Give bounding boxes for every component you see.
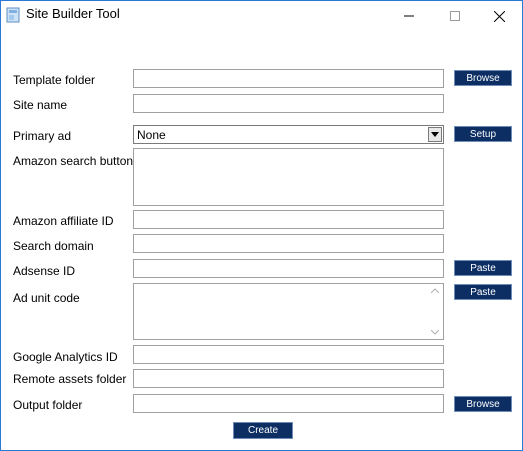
- primary-ad-value: None: [137, 128, 166, 142]
- ad-unit-code-textarea[interactable]: [133, 283, 444, 340]
- maximize-button[interactable]: [432, 1, 478, 31]
- remote-assets-folder-input[interactable]: [133, 369, 444, 388]
- maximize-icon: [450, 11, 460, 21]
- ad-unit-code-label: Ad unit code: [13, 291, 80, 305]
- site-name-input[interactable]: [133, 94, 444, 113]
- amazon-affiliate-id-input[interactable]: [133, 210, 444, 229]
- google-analytics-id-input[interactable]: [133, 345, 444, 364]
- close-icon: [493, 10, 505, 22]
- title-bar: Site Builder Tool: [1, 1, 522, 31]
- amazon-search-buttons-label: Amazon search buttons: [13, 154, 140, 168]
- adsense-id-label: Adsense ID: [13, 264, 76, 278]
- browse-output-button[interactable]: Browse: [454, 396, 512, 412]
- minimize-button[interactable]: [386, 1, 432, 31]
- amazon-affiliate-id-label: Amazon affiliate ID: [13, 214, 114, 228]
- app-window: Site Builder Tool Template folder Browse…: [0, 0, 523, 451]
- window-title: Site Builder Tool: [26, 6, 120, 21]
- ad-unit-code-scrollbar[interactable]: [428, 285, 442, 338]
- google-analytics-id-label: Google Analytics ID: [13, 350, 118, 364]
- template-folder-input[interactable]: [133, 69, 444, 88]
- search-domain-label: Search domain: [13, 239, 94, 253]
- remote-assets-folder-label: Remote assets folder: [13, 372, 127, 386]
- output-folder-input[interactable]: [133, 394, 444, 413]
- site-name-label: Site name: [13, 98, 68, 112]
- app-icon: [6, 7, 20, 23]
- scroll-up-icon[interactable]: [431, 288, 439, 293]
- paste-ad-unit-button[interactable]: Paste: [454, 284, 512, 300]
- primary-ad-label: Primary ad: [13, 129, 72, 143]
- paste-adsense-button[interactable]: Paste: [454, 260, 512, 276]
- primary-ad-select[interactable]: None: [133, 125, 444, 144]
- minimize-icon: [404, 15, 414, 17]
- amazon-search-buttons-textarea[interactable]: [133, 148, 444, 206]
- setup-button[interactable]: Setup: [454, 126, 512, 142]
- create-button[interactable]: Create: [233, 422, 293, 439]
- browse-template-button[interactable]: Browse: [454, 70, 512, 86]
- scroll-down-icon[interactable]: [431, 330, 439, 335]
- search-domain-input[interactable]: [133, 234, 444, 253]
- adsense-id-input[interactable]: [133, 259, 444, 278]
- dropdown-arrow-icon[interactable]: [428, 127, 442, 142]
- output-folder-label: Output folder: [13, 398, 83, 412]
- template-folder-label: Template folder: [13, 73, 96, 87]
- close-button[interactable]: [476, 1, 522, 31]
